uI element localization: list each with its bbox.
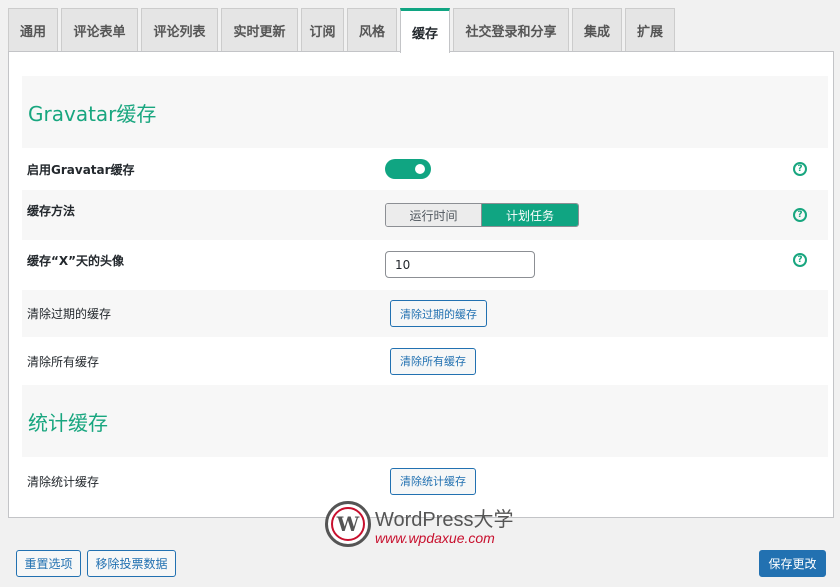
enable-gravatar-row: 启用Gravatar缓存 ?	[22, 148, 828, 190]
cache-days-label: 缓存“X”天的头像	[27, 254, 125, 268]
reset-options-button[interactable]: 重置选项	[16, 550, 81, 577]
tab-style[interactable]: 风格	[347, 8, 397, 52]
stats-section-title: 统计缓存	[28, 410, 108, 435]
stats-section-header: 统计缓存	[22, 385, 828, 457]
enable-gravatar-label: 启用Gravatar缓存	[27, 162, 135, 177]
clear-all-button[interactable]: 清除所有缓存	[390, 347, 476, 375]
tab-general[interactable]: 通用	[8, 8, 58, 52]
toggle-knob	[415, 164, 425, 174]
clear-stats-label: 清除统计缓存	[27, 474, 100, 489]
gravatar-section-header: Gravatar缓存	[22, 76, 828, 148]
clear-expired-row: 清除过期的缓存 清除过期的缓存	[22, 290, 828, 337]
clear-stats-row: 清除统计缓存 清除统计缓存	[22, 457, 828, 505]
watermark-url: www.wpdaxue.com	[375, 529, 495, 546]
settings-tab-bar: 通用 评论表单 评论列表 实时更新 订阅 风格 缓存 社交登录和分享 集成 扩展	[8, 8, 678, 53]
save-changes-button[interactable]: 保存更改	[759, 550, 826, 577]
tab-comment-list[interactable]: 评论列表	[141, 8, 218, 52]
wpdaxue-watermark: W WordPress大学 www.wpdaxue.com	[325, 501, 514, 547]
cache-days-row: 缓存“X”天的头像 10 ?	[22, 240, 828, 290]
cache-settings-panel: Gravatar缓存 启用Gravatar缓存 ? 缓存方法 运行时间 计划任务…	[8, 51, 834, 518]
tab-social-login-share[interactable]: 社交登录和分享	[453, 8, 569, 52]
tab-live-update[interactable]: 实时更新	[221, 8, 298, 52]
cache-days-input[interactable]: 10	[385, 251, 535, 278]
help-icon[interactable]: ?	[793, 162, 807, 176]
wordpress-logo-icon: W	[325, 501, 371, 547]
cache-method-selector: 运行时间 计划任务	[385, 203, 579, 227]
tab-integration[interactable]: 集成	[572, 8, 622, 52]
clear-expired-label: 清除过期的缓存	[27, 307, 112, 321]
method-option-cron[interactable]: 计划任务	[482, 204, 578, 226]
enable-gravatar-toggle[interactable]	[385, 159, 431, 179]
gravatar-section-title: Gravatar缓存	[28, 101, 157, 126]
tab-extensions[interactable]: 扩展	[625, 8, 675, 52]
help-icon[interactable]: ?	[793, 253, 807, 267]
watermark-title: WordPress大学	[375, 508, 514, 531]
clear-expired-button[interactable]: 清除过期的缓存	[390, 300, 487, 327]
clear-all-label: 清除所有缓存	[27, 354, 100, 369]
remove-votes-button[interactable]: 移除投票数据	[87, 550, 176, 577]
clear-all-row: 清除所有缓存 清除所有缓存	[22, 337, 828, 385]
logo-letter: W	[331, 507, 365, 541]
cache-method-label: 缓存方法	[27, 204, 76, 218]
clear-stats-button[interactable]: 清除统计缓存	[390, 467, 476, 495]
tab-comment-form[interactable]: 评论表单	[61, 8, 138, 52]
cache-method-row: 缓存方法 运行时间 计划任务 ?	[22, 190, 828, 240]
tab-cache[interactable]: 缓存	[400, 8, 450, 53]
tab-subscription[interactable]: 订阅	[301, 8, 344, 52]
help-icon[interactable]: ?	[793, 208, 807, 222]
method-option-runtime[interactable]: 运行时间	[386, 204, 482, 226]
